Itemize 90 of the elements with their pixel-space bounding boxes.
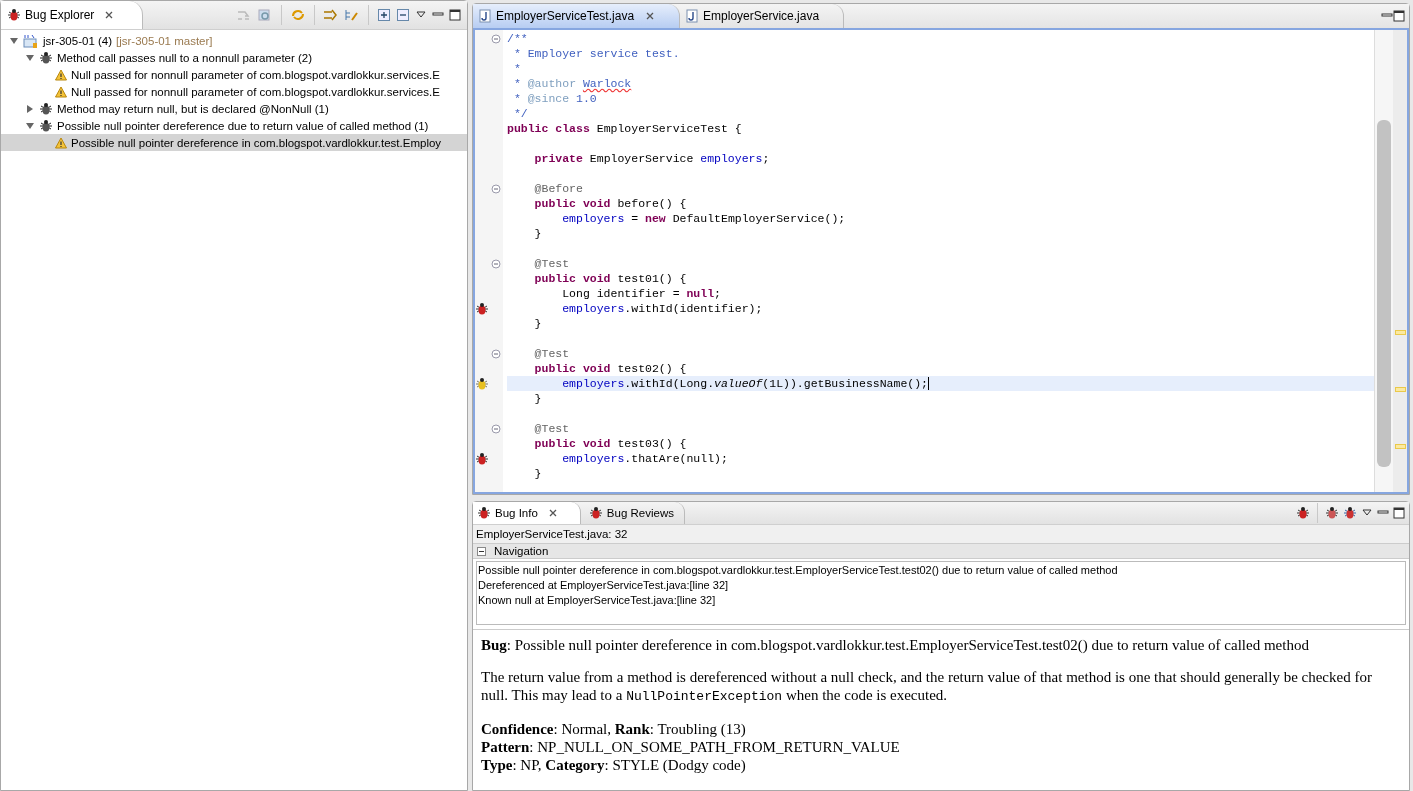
- bug-icon: [39, 118, 53, 133]
- overview-marker[interactable]: [1394, 387, 1406, 392]
- bug-icon[interactable]: [1296, 506, 1310, 520]
- scrollbar-thumb[interactable]: [1377, 120, 1391, 467]
- warning-icon: [55, 68, 67, 81]
- expanded-arrow-icon[interactable]: [9, 35, 19, 46]
- section-title: Navigation: [494, 545, 549, 557]
- code-line: @Test: [533, 347, 570, 360]
- bug-icon: [7, 8, 21, 22]
- code-line: * @since 1.0: [512, 92, 597, 105]
- code-line: }: [533, 392, 542, 405]
- expand-all-icon[interactable]: [377, 8, 391, 22]
- code-line: public void test03() {: [533, 437, 687, 450]
- warning-icon: [55, 85, 67, 98]
- editor-tab[interactable]: EmployerServiceTest.java: [473, 4, 681, 28]
- code-line: @Test: [533, 422, 570, 435]
- code-line: }: [533, 467, 542, 480]
- overview-marker[interactable]: [1394, 330, 1406, 335]
- bug-explorer-tab[interactable]: Bug Explorer: [1, 1, 144, 29]
- close-icon[interactable]: [104, 10, 115, 20]
- code-line: /**: [507, 32, 528, 45]
- code-line: * Employer service test.: [512, 47, 680, 60]
- code-line: private EmployerService employers;: [533, 152, 770, 165]
- bug-icon[interactable]: [1343, 506, 1357, 520]
- view-menu-icon[interactable]: [415, 10, 427, 20]
- bug-summary: Bug: Possible null pointer dereference in com.blogspot.vardlokkur.test.EmployerServiceTest.test02() due to return value of called method: [481, 636, 1310, 654]
- close-icon[interactable]: [645, 11, 656, 21]
- maximize-icon[interactable]: [449, 9, 461, 21]
- refresh-icon[interactable]: [257, 8, 273, 22]
- code-line: public class EmployerServiceTest {: [507, 122, 742, 135]
- collapse-all-icon[interactable]: [396, 8, 410, 22]
- code-line: }: [533, 317, 542, 330]
- code-line: * @author Warlock: [512, 77, 632, 90]
- editor-tab[interactable]: EmployerService.java: [680, 4, 845, 28]
- code-line: }: [533, 227, 542, 240]
- maximize-icon[interactable]: [1393, 507, 1405, 519]
- navigation-item[interactable]: Dereferenced at EmployerServiceTest.java:[line 32]: [478, 579, 1404, 594]
- tree-item[interactable]: jsr-305-01 (4) [jsr-305-01 master]: [1, 32, 467, 49]
- code-line: employers = new DefaultEmployerService();: [561, 212, 846, 225]
- java-file-icon: [479, 9, 491, 23]
- tree-item[interactable]: Possible null pointer dereference due to return value of called method (1): [1, 117, 467, 134]
- code-line: public void test01() {: [533, 272, 687, 285]
- view-menu-icon[interactable]: [1361, 508, 1373, 518]
- collapsed-arrow-icon[interactable]: [25, 103, 35, 114]
- tree-item[interactable]: Possible null pointer dereference in com.blogspot.vardlokkur.test.Employ: [1, 134, 467, 151]
- fold-icon[interactable]: [491, 258, 501, 269]
- maximize-icon[interactable]: [1393, 10, 1405, 22]
- code-line: Long identifier = null;: [561, 287, 721, 300]
- tree-item[interactable]: Null passed for nonnull parameter of com.blogspot.vardlokkur.services.E: [1, 66, 467, 83]
- warning-icon: [55, 136, 67, 149]
- view-tab[interactable]: Bug Info: [473, 502, 581, 524]
- navigation-item[interactable]: Known null at EmployerServiceTest.java:[line 32]: [478, 594, 1404, 609]
- code-line: @Before: [533, 182, 583, 195]
- expanded-arrow-icon[interactable]: [25, 120, 35, 131]
- fold-icon[interactable]: [491, 33, 501, 44]
- code-line: @Test: [533, 257, 570, 270]
- navigation-item[interactable]: Possible null pointer dereference in com.blogspot.vardlokkur.test.EmployerServiceTest.test02() due to return value of called method: [478, 564, 1404, 579]
- bug-icon: [477, 506, 491, 520]
- bug-icon: [588, 506, 603, 520]
- fold-icon[interactable]: [491, 423, 501, 434]
- fold-icon[interactable]: [491, 348, 501, 359]
- fold-icon[interactable]: [491, 183, 501, 194]
- code-line: public void before() {: [533, 197, 687, 210]
- bug-icon[interactable]: [1325, 506, 1339, 520]
- bug-detail: Type: NP, Category: STYLE (Dodgy code): [481, 756, 747, 774]
- bug-icon: [39, 101, 53, 116]
- location-label: EmployerServiceTest.java: 32: [473, 525, 1409, 543]
- branch-label: [jsr-305-01 master]: [116, 34, 213, 47]
- tree-item[interactable]: Null passed for nonnull parameter of com.blogspot.vardlokkur.services.E: [1, 83, 467, 100]
- bug-icon: [39, 50, 53, 65]
- bug-detail: Confidence: Normal, Rank: Troubling (13): [481, 720, 747, 738]
- code-line: employers.withId(Long.valueOf(1L)).getBusinessName();: [561, 377, 929, 390]
- java-file-icon: [686, 9, 699, 23]
- project-icon: [23, 33, 39, 48]
- filter-icon[interactable]: [323, 8, 339, 22]
- overview-marker[interactable]: [1394, 444, 1406, 449]
- tree-item[interactable]: Method call passes null to a nonnull parameter (2): [1, 49, 467, 66]
- code-line: *: [512, 62, 521, 75]
- tree-item[interactable]: Method may return null, but is declared @NonNull (1): [1, 100, 467, 117]
- code-line: public void test02() {: [533, 362, 687, 375]
- bug-detail: Pattern: NP_NULL_ON_SOME_PATH_FROM_RETURN_VALUE: [481, 738, 901, 756]
- section-toggle-icon[interactable]: [477, 546, 486, 556]
- close-icon[interactable]: [547, 508, 558, 518]
- code-line: employers.thatAre(null);: [561, 452, 728, 465]
- code-line: employers.withId(identifier);: [561, 302, 763, 315]
- bug-description: The return value from a method is dereferenced without a null check, and the return value of that method is one that should generally be checked for null. This may lead to a NullPointerException when the code is executed.: [481, 668, 1373, 706]
- expanded-arrow-icon[interactable]: [25, 52, 35, 63]
- view-tab[interactable]: Bug Reviews: [584, 502, 685, 524]
- edit-icon[interactable]: [344, 8, 360, 22]
- code-line: */: [512, 107, 528, 120]
